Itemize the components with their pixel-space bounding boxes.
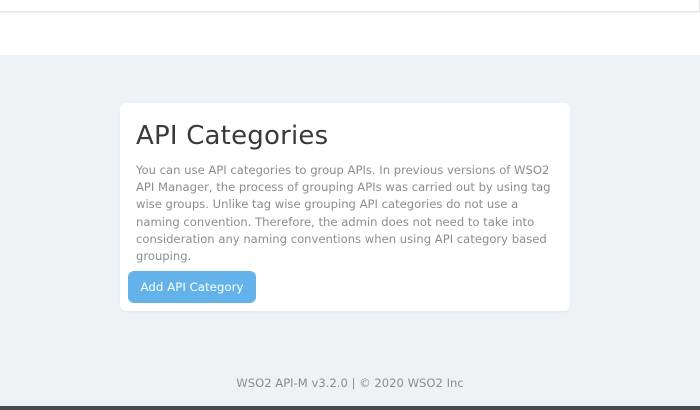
header-strip	[0, 13, 700, 55]
footer-text: WSO2 API-M v3.2.0 | © 2020 WSO2 Inc	[236, 376, 464, 390]
top-app-bar	[0, 0, 700, 12]
api-categories-card: API Categories You can use API categorie…	[120, 103, 570, 311]
page: API Categories You can use API categorie…	[0, 0, 700, 410]
add-api-category-button[interactable]: Add API Category	[128, 271, 256, 303]
card-description: You can use API categories to group APIs…	[136, 163, 551, 264]
page-title: API Categories	[136, 121, 329, 151]
bottom-bar	[0, 406, 700, 410]
